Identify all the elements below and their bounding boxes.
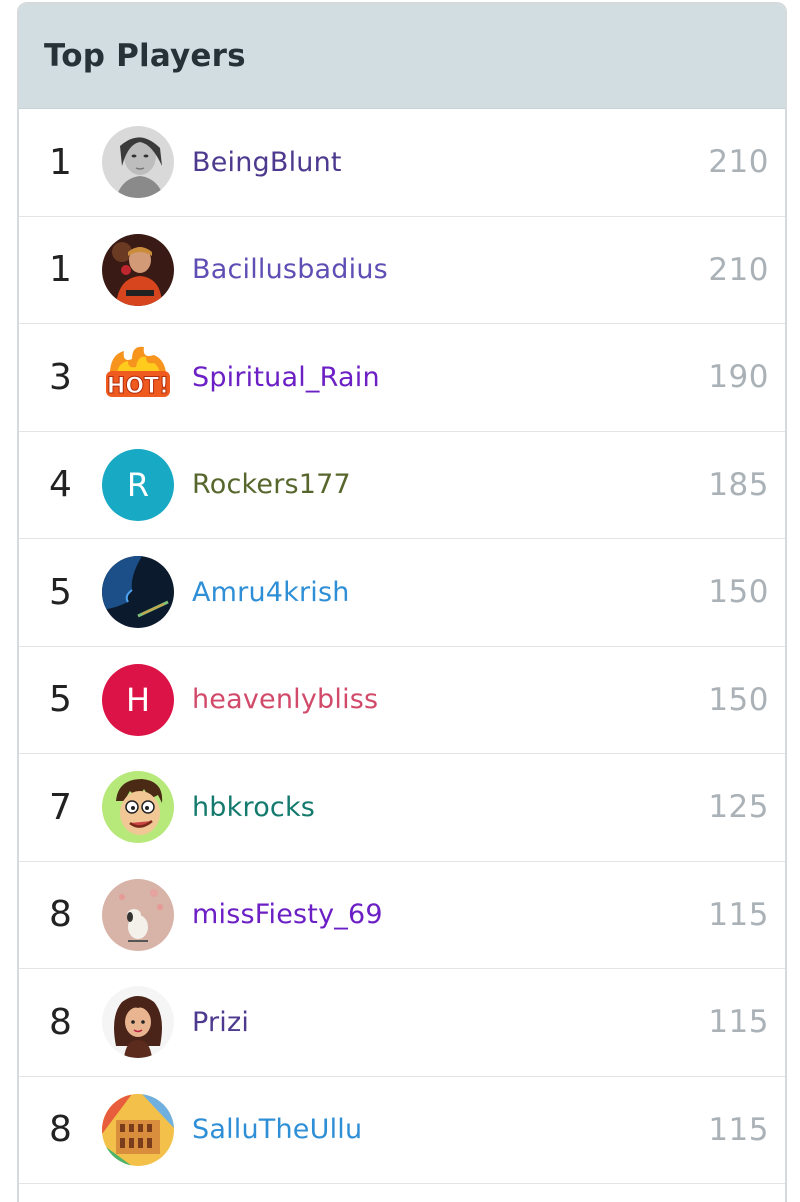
- player-name-link[interactable]: hbkrocks: [192, 792, 315, 823]
- player-rank: 8: [49, 894, 72, 936]
- snoopy-icon[interactable]: [102, 878, 174, 951]
- player-row[interactable]: 8 SalluTheUllu 115: [19, 1077, 785, 1184]
- hot-sticker-icon[interactable]: HOT!: [102, 341, 174, 414]
- player-row[interactable]: 1 BeingBlunt 210: [19, 109, 785, 217]
- player-rank: 1: [49, 141, 72, 183]
- player-row[interactable]: 5 Hheavenlybliss 150: [19, 647, 785, 754]
- player-score: 150: [708, 681, 769, 718]
- player-score: 115: [708, 1111, 769, 1148]
- portrait-woman-icon[interactable]: [102, 126, 174, 199]
- player-row[interactable]: 3 HOT! Spiritual_Rain 190: [19, 324, 785, 432]
- top-players-panel: Top Players 1 BeingBlunt 210 1 Bacillusbad…: [17, 2, 787, 1202]
- player-score: 125: [708, 789, 769, 826]
- player-name-link[interactable]: Amru4krish: [192, 577, 350, 608]
- player-name-link[interactable]: Prizi: [192, 1007, 249, 1038]
- player-name-link[interactable]: Bacillusbadius: [192, 254, 388, 285]
- player-rank: 4: [49, 464, 72, 506]
- player-name-link[interactable]: SalluTheUllu: [192, 1114, 362, 1145]
- player-rank: 5: [49, 679, 72, 721]
- player-name-link[interactable]: BeingBlunt: [192, 147, 342, 178]
- letter-avatar[interactable]: R: [102, 448, 174, 521]
- player-row[interactable]: 7 hbkrocks 125: [19, 754, 785, 862]
- player-rank: 8: [49, 1109, 72, 1151]
- avatar-letter: R: [126, 465, 150, 504]
- player-row[interactable]: 1 Bacillusbadius 210: [19, 217, 785, 324]
- panel-title: Top Players: [44, 38, 246, 74]
- player-row[interactable]: 4 R Rockers177 185: [19, 432, 785, 539]
- player-rank: 3: [49, 356, 72, 398]
- player-row[interactable]: 8 Prizi 115: [19, 969, 785, 1077]
- colosseum-icon[interactable]: [102, 1093, 174, 1166]
- player-rank: 5: [49, 571, 72, 613]
- letter-avatar[interactable]: H: [102, 663, 174, 736]
- player-score: 115: [708, 1004, 769, 1041]
- cartoon-face-icon[interactable]: [102, 771, 174, 844]
- svg-text:HOT!: HOT!: [107, 374, 169, 399]
- player-score: 210: [708, 144, 769, 181]
- player-rank: 8: [49, 1001, 72, 1043]
- player-row[interactable]: 5 Amru4krish 150: [19, 539, 785, 647]
- player-score: 150: [708, 574, 769, 611]
- player-score: 185: [708, 466, 769, 503]
- dark-profile-icon[interactable]: [102, 556, 174, 629]
- panel-header: Top Players: [19, 4, 785, 109]
- player-score: 115: [708, 896, 769, 933]
- player-row[interactable]: 8 missFiesty_69 115: [19, 862, 785, 969]
- player-score: 190: [708, 359, 769, 396]
- player-rank: 1: [49, 249, 72, 291]
- cartoon-girl-icon[interactable]: [102, 986, 174, 1059]
- player-name-link[interactable]: Spiritual_Rain: [192, 362, 380, 393]
- player-name-link[interactable]: missFiesty_69: [192, 899, 383, 930]
- player-name-link[interactable]: heavenlybliss: [192, 684, 378, 715]
- player-rank: 7: [49, 786, 72, 828]
- player-score: 210: [708, 251, 769, 288]
- cricketer-photo-icon[interactable]: [102, 233, 174, 306]
- player-name-link[interactable]: Rockers177: [192, 469, 351, 500]
- avatar-letter: H: [125, 680, 151, 719]
- players-list: 1 BeingBlunt 210 1 Bacillusbadius 210 3 HOT!…: [19, 109, 785, 1184]
